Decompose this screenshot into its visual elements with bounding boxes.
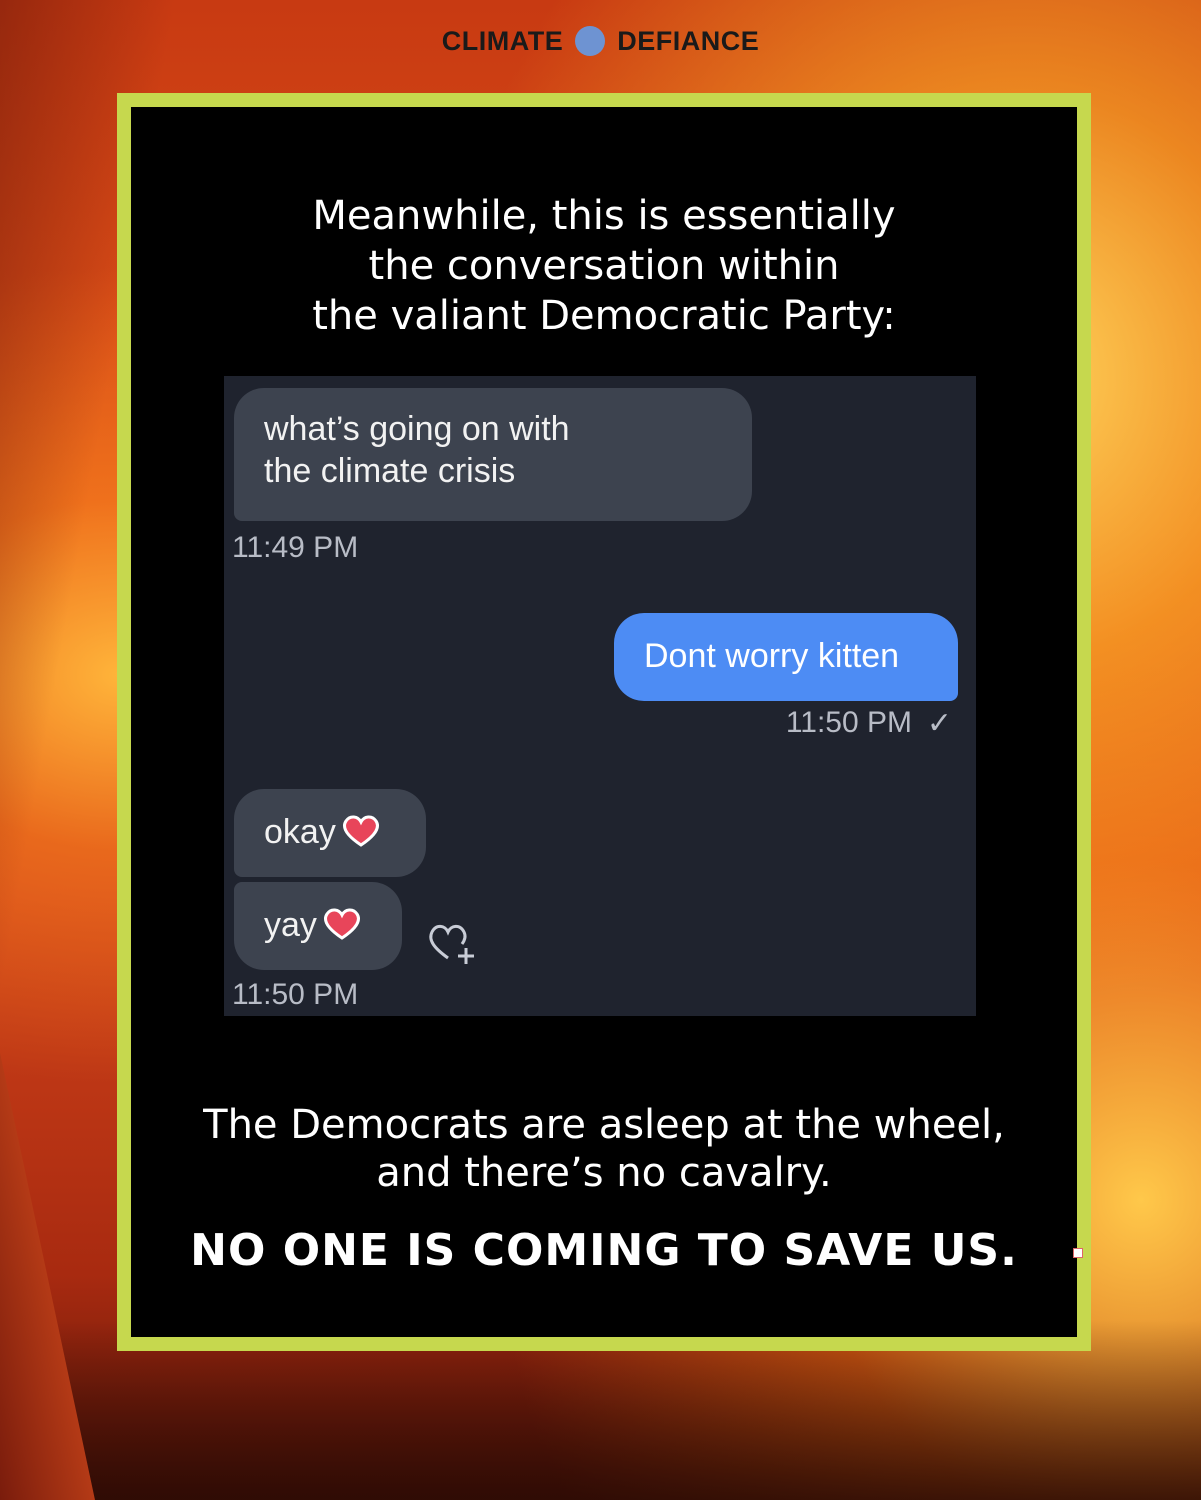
- message-timestamp: 11:50 PM: [232, 978, 359, 1011]
- outro-line-2: and there’s no cavalry.: [376, 1150, 832, 1196]
- outro-line-1: The Democrats are asleep at the wheel,: [203, 1102, 1005, 1148]
- brand-logo: CLIMATE DEFIANCE: [0, 26, 1201, 57]
- intro-line-2: the conversation within: [368, 243, 840, 289]
- chat-screenshot: what’s going on with the climate crisis …: [224, 376, 976, 1016]
- brand-right: DEFIANCE: [617, 26, 760, 56]
- message-bubble-incoming: yay: [234, 882, 402, 970]
- message-timestamp: 11:50 PM: [785, 706, 912, 739]
- message-text: Dont worry kitten: [644, 637, 900, 675]
- read-check-icon: ✓: [926, 707, 952, 740]
- message-line-1: what’s going on with: [264, 410, 570, 448]
- message-bubble-incoming: what’s going on with the climate crisis: [234, 388, 752, 521]
- message-text: yay: [264, 906, 317, 944]
- message-timestamp: 11:49 PM: [232, 531, 359, 564]
- brand-left: CLIMATE: [441, 26, 564, 56]
- brand-dot-icon: [575, 26, 606, 56]
- intro-text: Meanwhile, this is essentially the conve…: [131, 191, 1077, 341]
- intro-line-3: the valiant Democratic Party:: [312, 293, 896, 339]
- call-to-action-headline: NO ONE IS COMING TO SAVE US.: [190, 1225, 1018, 1276]
- message-text: okay: [264, 813, 336, 851]
- message-line-2: the climate crisis: [264, 452, 516, 490]
- small-marker-icon: [1073, 1248, 1083, 1258]
- intro-line-1: Meanwhile, this is essentially: [312, 193, 896, 239]
- message-bubble-outgoing: Dont worry kitten: [614, 613, 958, 701]
- add-reaction-heart-icon[interactable]: [426, 918, 480, 973]
- content-panel: Meanwhile, this is essentially the conve…: [131, 107, 1077, 1337]
- heart-icon: [342, 815, 380, 857]
- message-bubble-incoming: okay: [234, 789, 426, 877]
- green-frame: Meanwhile, this is essentially the conve…: [117, 93, 1091, 1351]
- outro-text: The Democrats are asleep at the wheel, a…: [131, 1101, 1077, 1197]
- heart-icon: [323, 908, 361, 950]
